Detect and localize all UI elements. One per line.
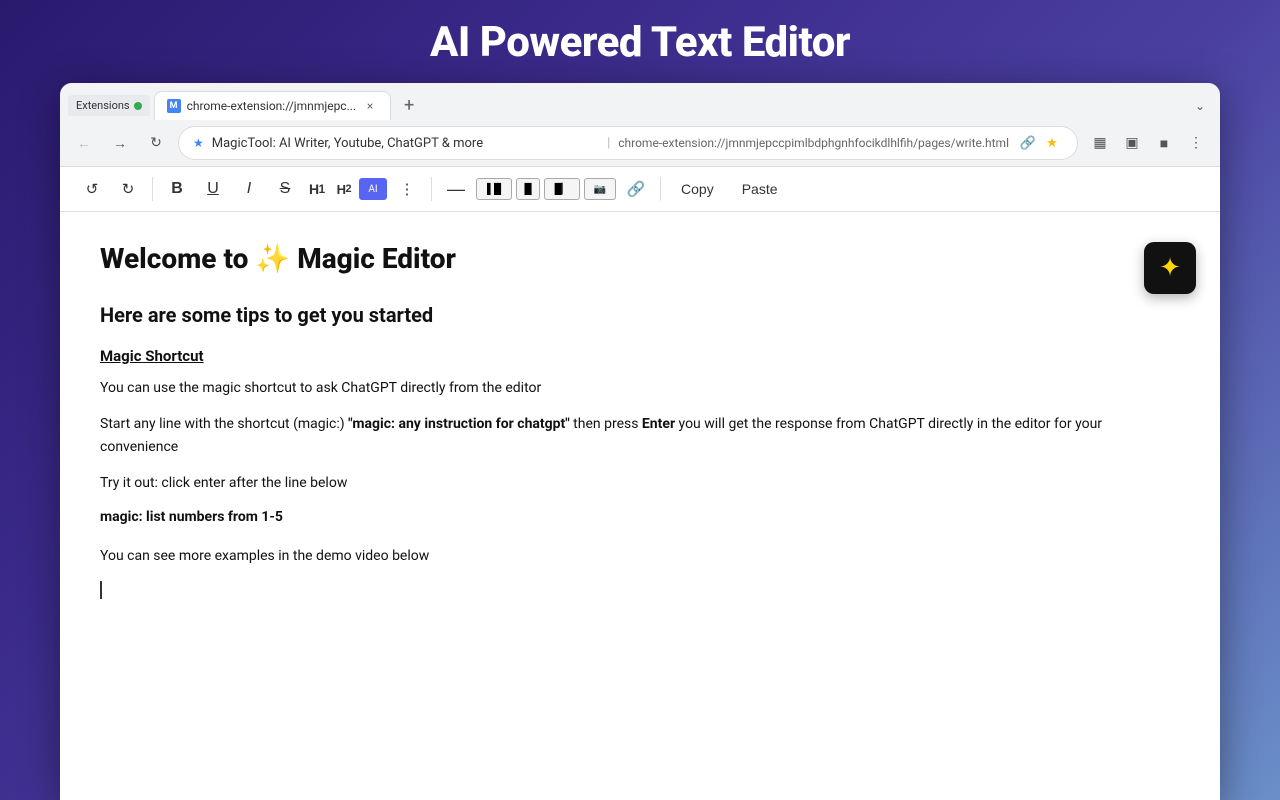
address-bar[interactable]: ★ MagicTool: AI Writer, Youtube, ChatGPT… [178,126,1078,160]
profile-icon[interactable]: ■ [1150,129,1178,157]
extensions-dot [134,102,142,110]
tab-favicon: M [167,99,181,113]
para-2-prefix: Start any line with the shortcut (magic:… [100,416,348,432]
lock-icon: ★ [193,136,204,150]
strikethrough-button[interactable]: S [269,173,301,205]
extensions-tab: Extensions [68,95,150,116]
underline-button[interactable]: U [197,173,229,205]
bookmark-icon[interactable]: ★ [1041,132,1063,154]
share-icon[interactable]: 🔗 [1017,132,1039,154]
bold-button[interactable]: B [161,173,193,205]
para-1: You can use the magic shortcut to ask Ch… [100,377,1180,399]
paste-button[interactable]: Paste [730,177,790,201]
dash-button[interactable]: — [440,173,472,205]
magic-command: magic: list numbers from 1-5 [100,509,1180,525]
editor-toolbar: ↺ ↻ B U I S H1 H2 AI ⋮ — ▌█ █ █▏ 📷 🔗 Cop… [60,167,1220,212]
address-main-text: MagicTool: AI Writer, Youtube, ChatGPT &… [212,136,599,151]
cursor-blink [100,581,102,599]
more-button[interactable]: ⋮ [391,173,423,205]
browser-controls: ← → ↻ ★ MagicTool: AI Writer, Youtube, C… [60,120,1220,166]
para-2-suffix: then press [570,416,642,432]
editor-content[interactable]: Welcome to ✨ Magic Editor Here are some … [60,212,1220,800]
tab-dropdown-button[interactable]: ⌄ [1188,94,1212,118]
browser-right-controls: ▦ ▣ ■ ⋮ [1086,129,1210,157]
center-block-icon[interactable]: █ [516,178,540,200]
ai-icon-box[interactable]: AI [359,178,387,200]
editor-title: Welcome to ✨ Magic Editor [100,242,1180,275]
image-icon[interactable]: 📷 [584,178,616,200]
address-path-text: chrome-extension://jmnmjepccpimlbdphgnhf… [618,136,1009,150]
menu-icon[interactable]: ⋮ [1182,129,1210,157]
section-title: Magic Shortcut [100,347,1180,365]
para-3: Try it out: click enter after the line b… [100,472,1180,494]
extensions-icon[interactable]: ▦ [1086,129,1114,157]
tab-title: chrome-extension://jmnmjepc... [187,99,357,113]
forward-button[interactable]: → [106,129,134,157]
tab-close-button[interactable]: × [362,98,378,114]
copy-button[interactable]: Copy [669,177,726,201]
para-2: Start any line with the shortcut (magic:… [100,413,1180,458]
para-2-enter: Enter [642,416,675,432]
h2-button[interactable]: H2 [333,173,355,205]
link-button[interactable]: 🔗 [620,173,652,205]
left-block-icon[interactable]: ▌█ [476,178,512,200]
browser-window: Extensions M chrome-extension://jmnmjepc… [60,83,1220,800]
address-separator: | [607,136,610,151]
cast-icon[interactable]: ▣ [1118,129,1146,157]
toolbar-separator-1 [152,177,153,201]
undo-button[interactable]: ↺ [76,173,108,205]
magic-fab-icon: ✦ [1159,253,1181,283]
right-block-icon[interactable]: █▏ [544,178,580,200]
para-4: You can see more examples in the demo vi… [100,545,1180,567]
editor-subtitle: Here are some tips to get you started [100,303,1180,327]
toolbar-separator-3 [660,177,661,201]
reload-button[interactable]: ↻ [142,129,170,157]
italic-button[interactable]: I [233,173,265,205]
toolbar-separator-2 [431,177,432,201]
address-actions: 🔗 ★ [1017,132,1063,154]
magic-fab-button[interactable]: ✦ [1144,242,1196,294]
browser-tab-active[interactable]: M chrome-extension://jmnmjepc... × [154,91,392,120]
browser-chrome: Extensions M chrome-extension://jmnmjepc… [60,83,1220,167]
back-button[interactable]: ← [70,129,98,157]
page-title-bar: AI Powered Text Editor [0,0,1280,83]
cursor-line [100,581,1180,599]
page-title: AI Powered Text Editor [0,18,1280,67]
redo-button[interactable]: ↻ [112,173,144,205]
h1-button[interactable]: H1 [305,173,329,205]
browser-tabs: Extensions M chrome-extension://jmnmjepc… [60,83,1220,120]
para-2-bold: "magic: any instruction for chatgpt" [348,416,570,432]
new-tab-button[interactable]: + [395,92,423,120]
